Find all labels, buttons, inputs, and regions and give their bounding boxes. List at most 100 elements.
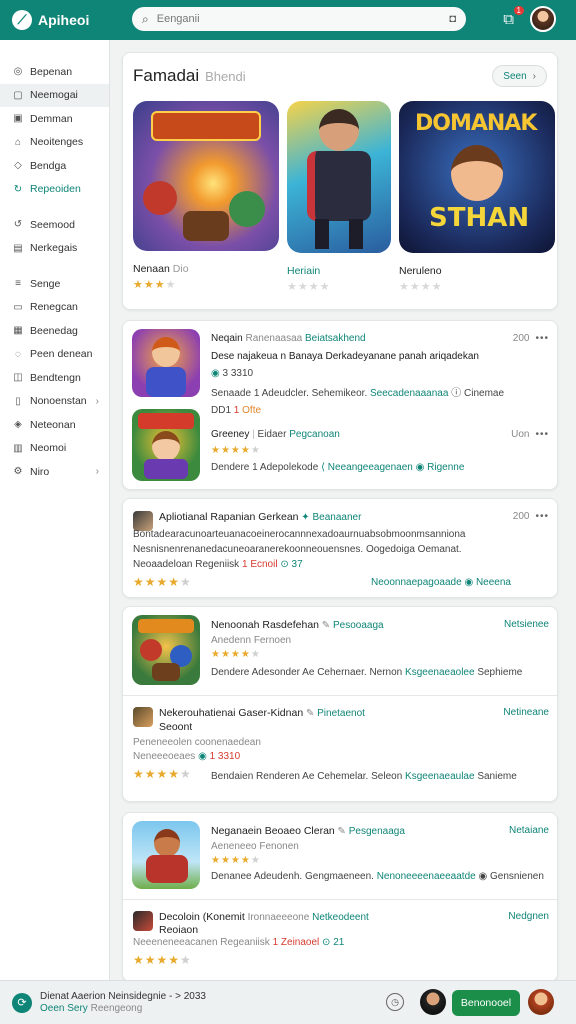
footer-link[interactable]: Oeen Sery (40, 1003, 88, 1014)
app-meta: Anedenn Fernoen (211, 635, 292, 646)
sidebar-item-renegcan[interactable]: ▭ Renegcan (0, 296, 109, 320)
info-icon: ⓘ (451, 388, 462, 399)
app-title[interactable]: Greeney (211, 429, 249, 440)
list-item-footer: Dendere Adesonder Ae Cehernaer. Nernon K… (211, 667, 523, 678)
post-stats: Neoaadeloan Regeniisk 1 Ecnoil ⊙ 37 (133, 559, 303, 570)
notifications-button[interactable]: ⧉ 1 (503, 5, 524, 28)
store-logo-icon[interactable]: ⟳ (12, 992, 32, 1013)
primary-button[interactable]: Benonooel (452, 990, 520, 1016)
app-tag[interactable]: Pegcanoan (289, 429, 340, 440)
app-thumbnail-small[interactable] (133, 707, 153, 727)
sidebar-item-nerkegais[interactable]: ▤ Nerkegais (0, 237, 109, 261)
avatar[interactable] (528, 989, 554, 1015)
notification-badge: 1 (513, 5, 524, 15)
featured-app-card[interactable]: Nenaan Dio ★★★★ (133, 101, 279, 291)
app-meta: DD1 1 Ofte (211, 405, 262, 416)
app-name: Apiheoi (38, 12, 90, 28)
app-title[interactable]: Neganaein Beoaeo Cleran (211, 825, 335, 837)
app-tag[interactable]: Pinetaenot (317, 708, 365, 719)
app-tag[interactable]: Netkeodeent (312, 912, 369, 923)
art-title-bottom: STHAN (429, 203, 530, 233)
search-icon: ⌕ (142, 11, 149, 26)
app-thumbnail[interactable] (132, 409, 200, 481)
gift-icon: ⌂ (14, 136, 22, 148)
device-icon: ▯ (15, 395, 21, 407)
featured-app-card[interactable]: DOMANAK STHAN Neruleno ★★★★ (399, 101, 555, 293)
app-right-label[interactable]: Nedgnen (508, 911, 549, 922)
list-item-footer: Senaade 1 Adeudcler. Sehemikeor. Seecade… (211, 388, 505, 399)
app-title[interactable]: Nekerouhatienai Gaser-Kidnan (159, 707, 303, 719)
sidebar-item-bendtengn[interactable]: ◫ Bendtengn (0, 366, 109, 390)
list-item-footer: Dendere 1 Adepolekode ⟨ Neeangeeagenaen … (211, 462, 465, 473)
app-link[interactable]: Neeangeeagenaen (328, 462, 413, 473)
app-tag[interactable]: Pesgenaaga (349, 826, 405, 837)
calendar-icon: ▭ (13, 301, 23, 313)
app-title[interactable]: Decoloin (Konemit (159, 911, 245, 923)
sidebar-item-bepenan[interactable]: ◎ Bepenan (0, 60, 109, 84)
main-content: Famadai Bhendi Seen › Nenaan Dio ★★★★ He… (122, 52, 558, 982)
app-link[interactable]: Ksgeenaeaolee (405, 667, 475, 678)
avatar[interactable] (530, 6, 556, 32)
timestamp: 200 (512, 511, 530, 522)
sidebar-item-neomoi[interactable]: ▥ Neomoi (0, 437, 109, 461)
sidebar-item-niro[interactable]: ⚙ Niro › (0, 460, 109, 484)
app-right-label[interactable]: Netsienee (504, 619, 549, 630)
menu-icon: ≡ (15, 278, 21, 290)
more-icon[interactable]: ••• (535, 511, 549, 522)
sidebar-item-demman[interactable]: ▣ Demman (0, 107, 109, 131)
post-link[interactable]: Neoonnaepagoaade (371, 577, 462, 588)
timestamp: Uon (511, 429, 530, 440)
search-input[interactable]: ⌕ Eenganii ◘ (132, 7, 466, 31)
app-thumbnail-small[interactable] (133, 911, 153, 931)
app-thumbnail[interactable] (132, 329, 200, 397)
sidebar-item-repeoiden[interactable]: ↻ Repeoiden (0, 178, 109, 202)
app-link[interactable]: Nenoneeeenaeeaatde (377, 871, 476, 882)
app-tag[interactable]: Pesooaaga (333, 620, 384, 631)
camera-icon[interactable]: ◘ (449, 13, 456, 25)
star-rating: ★★★★ (287, 281, 331, 293)
chat-icon: ◌ (15, 348, 21, 360)
sidebar-item-beenedag[interactable]: ▦ Beenedag (0, 319, 109, 343)
avatar[interactable] (420, 989, 446, 1015)
sidebar-item-senge[interactable]: ≡ Senge (0, 272, 109, 296)
app-link[interactable]: Seecadenaaanaa (370, 388, 448, 399)
list-icon: ▤ (13, 242, 23, 254)
clock-icon[interactable]: ◷ (386, 993, 404, 1011)
app-tag[interactable]: Beiatsakhend (305, 333, 366, 344)
sidebar: ◎ Bepenan ▢ Neemogai ▣ Demman ⌂ Neoitenges ◇… (0, 40, 110, 980)
brand[interactable]: ⟋ Apiheoi (12, 10, 132, 30)
verified-icon: ✦ (301, 512, 310, 523)
sidebar-item-neoitenges[interactable]: ⌂ Neoitenges (0, 131, 109, 155)
app-right-label[interactable]: Netineane (503, 707, 549, 718)
app-list-card: Neganaein Beoaeo Cleran ✎ Pesgenaaga Net… (122, 812, 558, 982)
app-title-line2: Reoiaon (159, 924, 199, 936)
sidebar-item-neteonan[interactable]: ◈ Neteonan (0, 413, 109, 437)
app-thumbnail[interactable] (132, 821, 200, 889)
app-thumbnail[interactable] (132, 615, 200, 685)
refresh-icon: ↻ (13, 183, 23, 195)
more-icon[interactable]: ••• (535, 429, 549, 440)
post-avatar[interactable] (133, 511, 153, 531)
sidebar-item-neemogai[interactable]: ▢ Neemogai (0, 83, 109, 107)
list-item-header: Greeney | Eidaer Pegcanoan Uon ••• (211, 429, 549, 440)
list-item-footer: Denanee Adeudenh. Gengmaeneen. Nenoneeee… (211, 871, 544, 882)
sidebar-item-bendga[interactable]: ◇ Bendga (0, 154, 109, 178)
app-right-label[interactable]: Netaiane (509, 825, 549, 836)
sidebar-item-seemood[interactable]: ↺ Seemood (0, 213, 109, 237)
see-all-button[interactable]: Seen › (492, 65, 547, 87)
list-item-header: Neqain Ranenaasaa Beiatsakhend 200 ••• (211, 333, 549, 344)
rating-icon: ◉ (211, 368, 220, 379)
post-tag[interactable]: Beanaaner (312, 512, 361, 523)
featured-app-card[interactable]: Heriain ★★★★ (287, 101, 391, 293)
sidebar-item-nonoenstan[interactable]: ▯ Nonoenstan › (0, 390, 109, 414)
app-link[interactable]: Ksgeenaeaulae (405, 771, 475, 782)
info-icon: ◉ (415, 462, 425, 473)
more-icon[interactable]: ••• (535, 333, 549, 344)
app-title[interactable]: Neqain (211, 333, 243, 344)
featured-app-name: Nenaan (133, 263, 170, 275)
app-title[interactable]: Nenoonah Rasdefehan (211, 619, 319, 631)
sidebar-item-peen-denean[interactable]: ◌ Peen denean (0, 343, 109, 367)
post-card: Apliotianal Rapanian Gerkean ✦ Beanaaner… (122, 498, 558, 598)
app-stats: Neneeeoeaes ◉ 1 3310 (133, 751, 241, 762)
post-title[interactable]: Apliotianal Rapanian Gerkean (159, 511, 299, 523)
